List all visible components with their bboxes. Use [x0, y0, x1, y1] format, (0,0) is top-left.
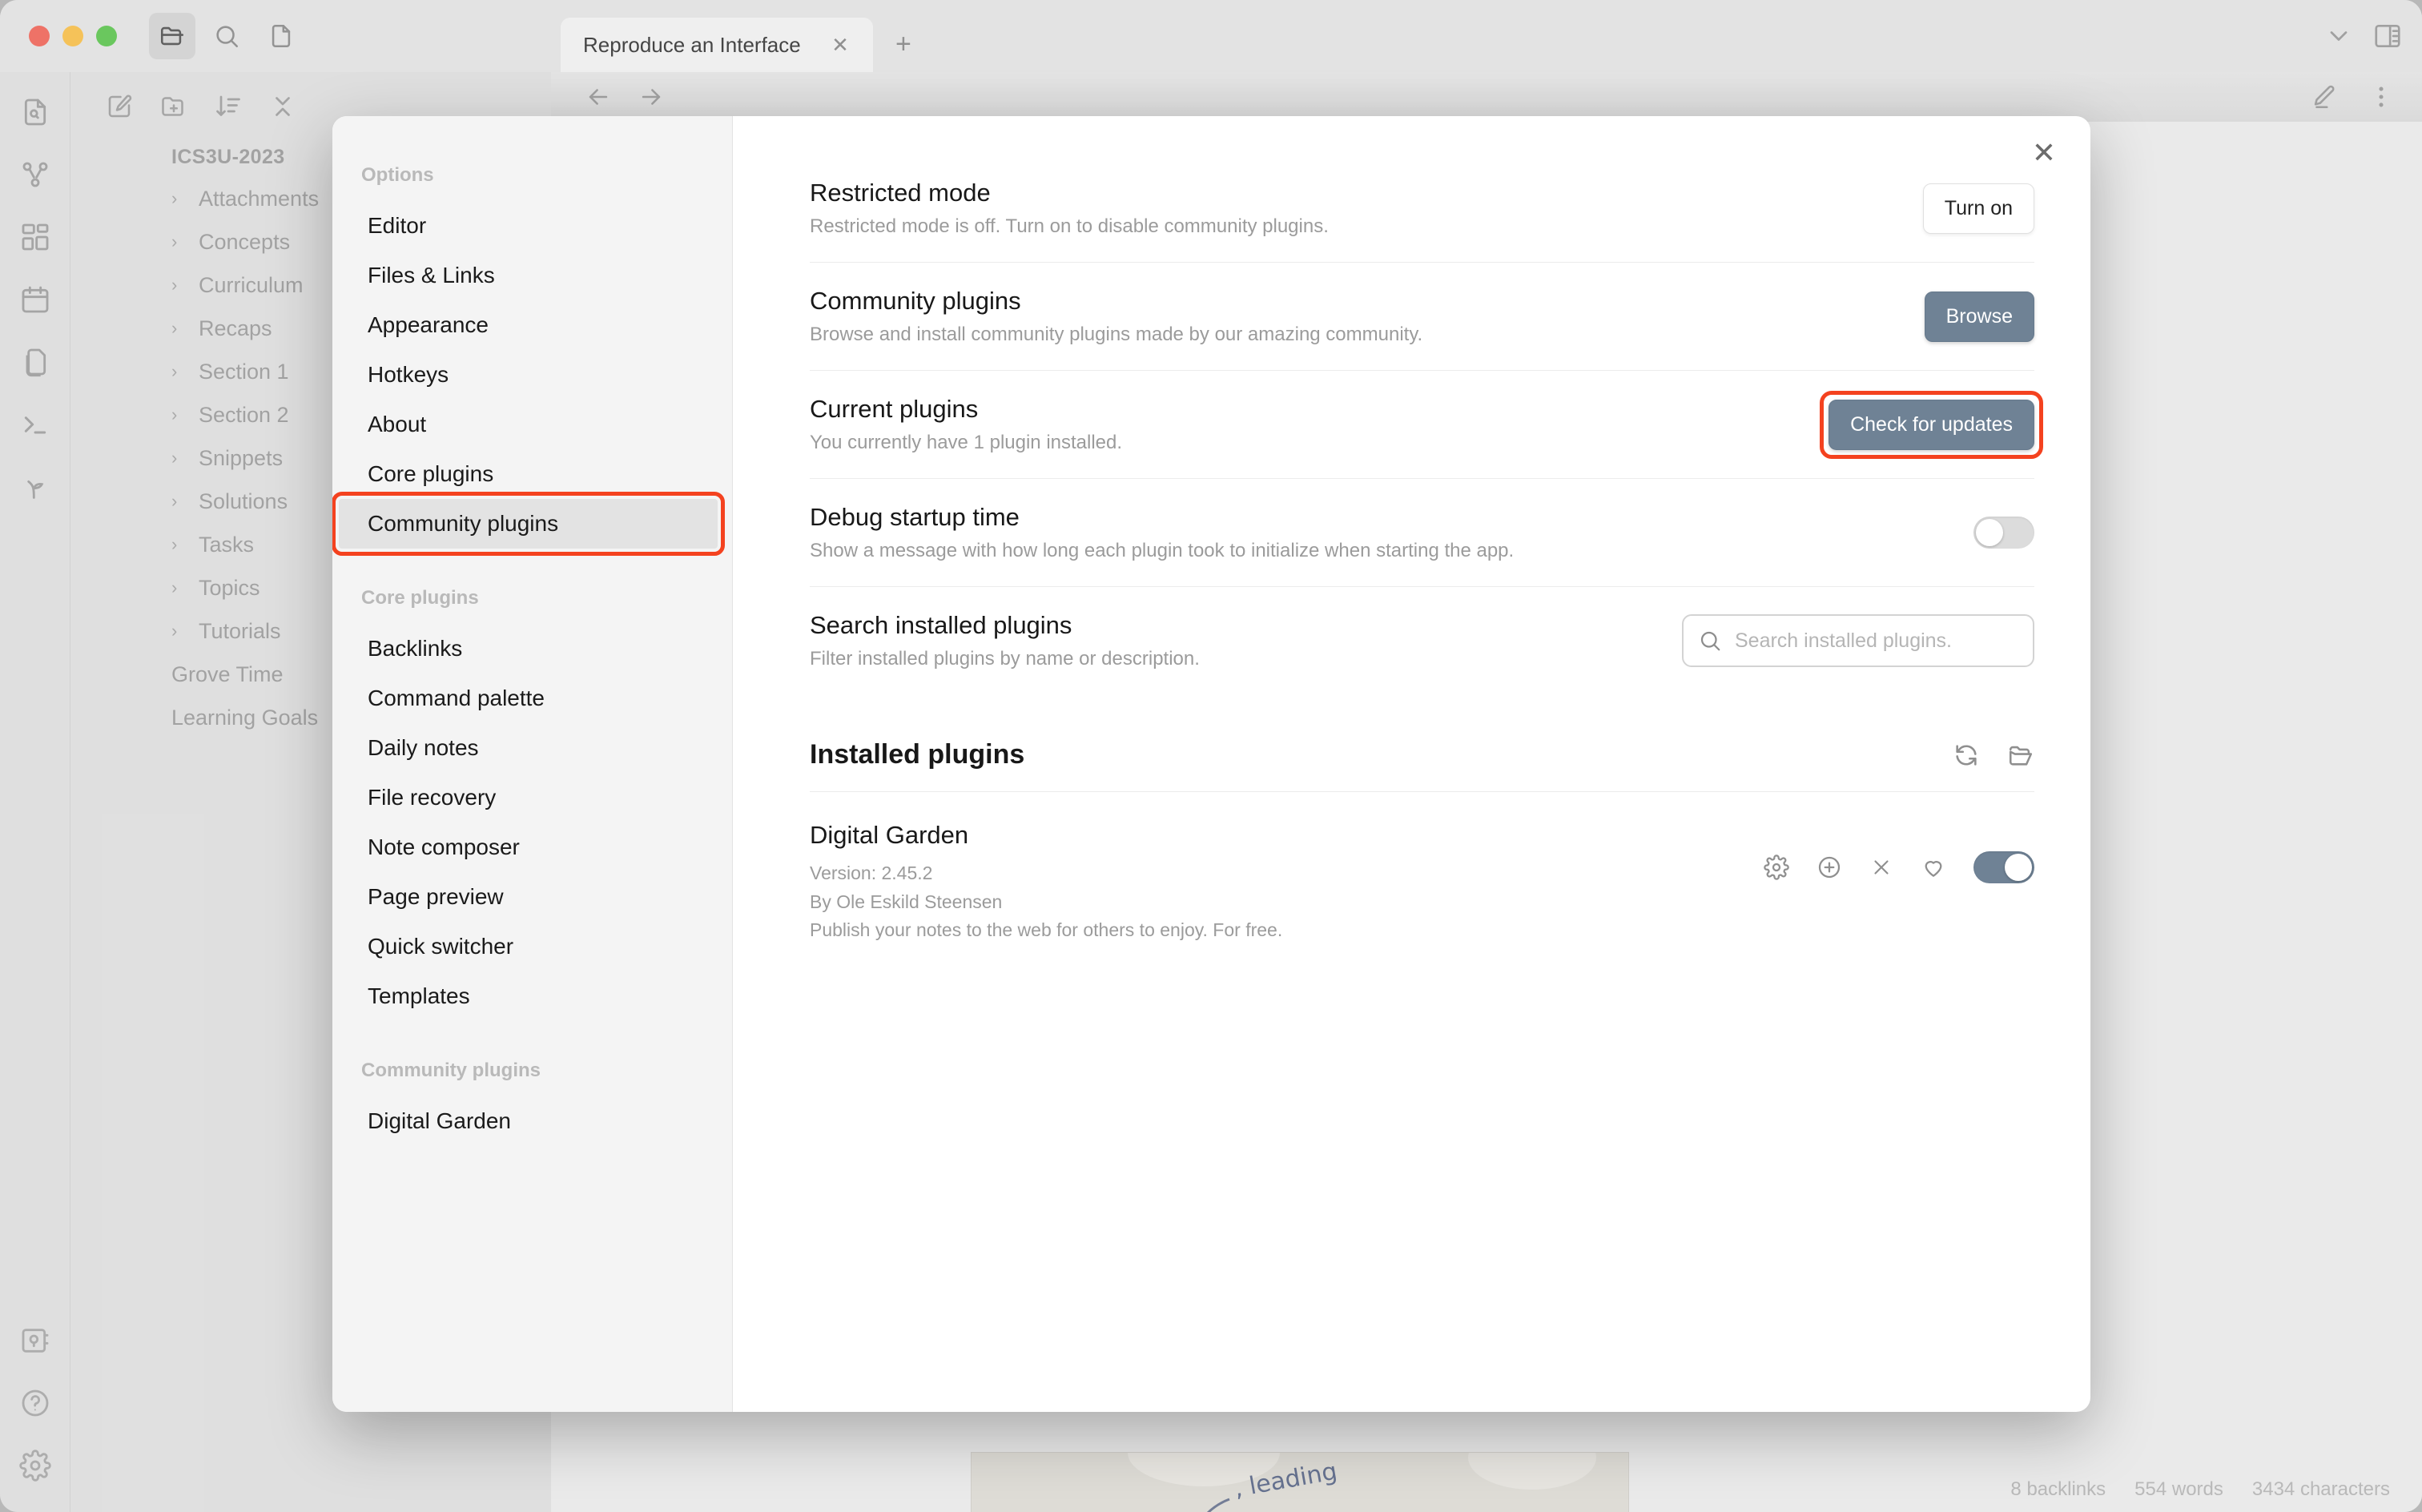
plugin-version: Version: 2.45.2 [810, 863, 933, 883]
setting-info: Current plugins You currently have 1 plu… [810, 395, 1122, 454]
sidebar-item-templates[interactable]: Templates [339, 971, 718, 1021]
sidebar-item-about[interactable]: About [339, 400, 718, 449]
settings-modal: Options Editor Files & Links Appearance … [332, 116, 2090, 1412]
sidebar-item-appearance[interactable]: Appearance [339, 300, 718, 350]
sidebar-item-page-preview[interactable]: Page preview [339, 872, 718, 922]
sidebar-item-core-plugins[interactable]: Core plugins [339, 449, 718, 499]
setting-name: Current plugins [810, 395, 979, 423]
nav-item-label: Note composer [368, 834, 520, 859]
setting-name: Community plugins [810, 287, 1021, 315]
gear-icon[interactable] [1764, 855, 1789, 880]
sidebar-item-digital-garden[interactable]: Digital Garden [339, 1096, 718, 1146]
nav-item-label: Hotkeys [368, 362, 449, 387]
setting-name: Debug startup time [810, 503, 1020, 531]
sidebar-item-backlinks[interactable]: Backlinks [339, 624, 718, 674]
setting-row-debug-startup-time: Debug startup time Show a message with h… [810, 479, 2034, 587]
sidebar-item-note-composer[interactable]: Note composer [339, 822, 718, 872]
turn-on-button[interactable]: Turn on [1922, 183, 2034, 234]
plugin-actions [1764, 821, 2034, 883]
sidebar-item-hotkeys[interactable]: Hotkeys [339, 350, 718, 400]
section-title: Installed plugins [810, 739, 1025, 770]
setting-description: You currently have 1 plugin installed. [810, 432, 1123, 453]
plugin-name: Digital Garden [810, 821, 969, 849]
installed-plugin-item: Digital Garden Version: 2.45.2 By Ole Es… [810, 792, 2034, 945]
browse-button[interactable]: Browse [1924, 291, 2034, 342]
nav-group-title-core-plugins: Core plugins [361, 587, 479, 609]
obsidian-window: Reproduce an Interface ✕ + ICS3U-2023 › … [0, 0, 2422, 1512]
nav-item-label: File recovery [368, 785, 497, 810]
nav-item-label: About [368, 412, 427, 436]
debug-startup-time-toggle[interactable] [1973, 517, 2034, 549]
nav-item-label: Backlinks [368, 636, 463, 661]
setting-info: Search installed plugins Filter installe… [810, 611, 1200, 670]
setting-info: Debug startup time Show a message with h… [810, 503, 1514, 562]
nav-item-label: Digital Garden [368, 1108, 511, 1133]
plugin-enable-toggle[interactable] [1973, 851, 2034, 883]
nav-item-label: Templates [368, 983, 470, 1008]
plugin-description: Publish your notes to the web for others… [810, 919, 1283, 941]
plus-circle-icon[interactable] [1816, 855, 1842, 880]
settings-content: ✕ Restricted mode Restricted mode is off… [733, 116, 2090, 1412]
setting-description: Browse and install community plugins mad… [810, 324, 1423, 345]
setting-info: Community plugins Browse and install com… [810, 287, 1422, 346]
setting-info: Restricted mode Restricted mode is off. … [810, 179, 1329, 238]
nav-item-label: Editor [368, 213, 427, 238]
close-icon[interactable] [1869, 855, 1893, 879]
setting-description: Show a message with how long each plugin… [810, 540, 1515, 561]
nav-item-label: Quick switcher [368, 934, 514, 959]
open-folder-icon[interactable] [2007, 742, 2034, 769]
toggle-knob [1976, 519, 2003, 546]
installed-plugins-actions [1953, 742, 2034, 769]
setting-name: Search installed plugins [810, 611, 1072, 639]
installed-plugins-header: Installed plugins [810, 694, 2034, 792]
search-icon [1698, 629, 1722, 653]
search-input[interactable] [1735, 629, 2018, 653]
refresh-icon[interactable] [1953, 742, 1980, 769]
nav-item-label: Command palette [368, 686, 545, 710]
setting-row-restricted-mode: Restricted mode Restricted mode is off. … [810, 155, 2034, 263]
setting-description: Filter installed plugins by name or desc… [810, 648, 1200, 670]
sidebar-item-daily-notes[interactable]: Daily notes [339, 723, 718, 773]
setting-row-community-plugins: Community plugins Browse and install com… [810, 263, 2034, 371]
search-installed-plugins-box[interactable] [1682, 614, 2034, 667]
nav-item-label: Appearance [368, 312, 489, 337]
sidebar-item-community-plugins[interactable]: Community plugins [332, 492, 725, 556]
nav-item-label: Page preview [368, 884, 504, 909]
setting-name: Restricted mode [810, 179, 991, 207]
plugin-info: Digital Garden Version: 2.45.2 By Ole Es… [810, 821, 1282, 945]
settings-sidebar: Options Editor Files & Links Appearance … [332, 116, 733, 1412]
nav-item-label: Community plugins [368, 511, 559, 536]
heart-icon[interactable] [1921, 855, 1946, 880]
sidebar-item-command-palette[interactable]: Command palette [339, 674, 718, 723]
check-for-updates-button[interactable]: Check for updates [1829, 399, 2034, 450]
toggle-knob [2005, 854, 2032, 881]
setting-row-search-installed-plugins: Search installed plugins Filter installe… [810, 587, 2034, 694]
setting-row-current-plugins: Current plugins You currently have 1 plu… [810, 371, 2043, 479]
nav-group-title-options: Options [361, 164, 434, 186]
sidebar-item-editor[interactable]: Editor [339, 201, 718, 251]
plugin-author: By Ole Eskild Steensen [810, 891, 1003, 912]
close-icon[interactable]: ✕ [2025, 139, 2063, 177]
nav-item-label: Core plugins [368, 461, 494, 486]
sidebar-item-quick-switcher[interactable]: Quick switcher [339, 922, 718, 971]
sidebar-item-file-recovery[interactable]: File recovery [339, 773, 718, 822]
check-for-updates-highlight: Check for updates [1820, 390, 2043, 459]
nav-item-label: Files & Links [368, 263, 495, 288]
sidebar-item-files-and-links[interactable]: Files & Links [339, 251, 718, 300]
nav-group-title-community-plugins: Community plugins [361, 1060, 541, 1081]
nav-item-label: Daily notes [368, 735, 479, 760]
setting-description: Restricted mode is off. Turn on to disab… [810, 215, 1329, 237]
